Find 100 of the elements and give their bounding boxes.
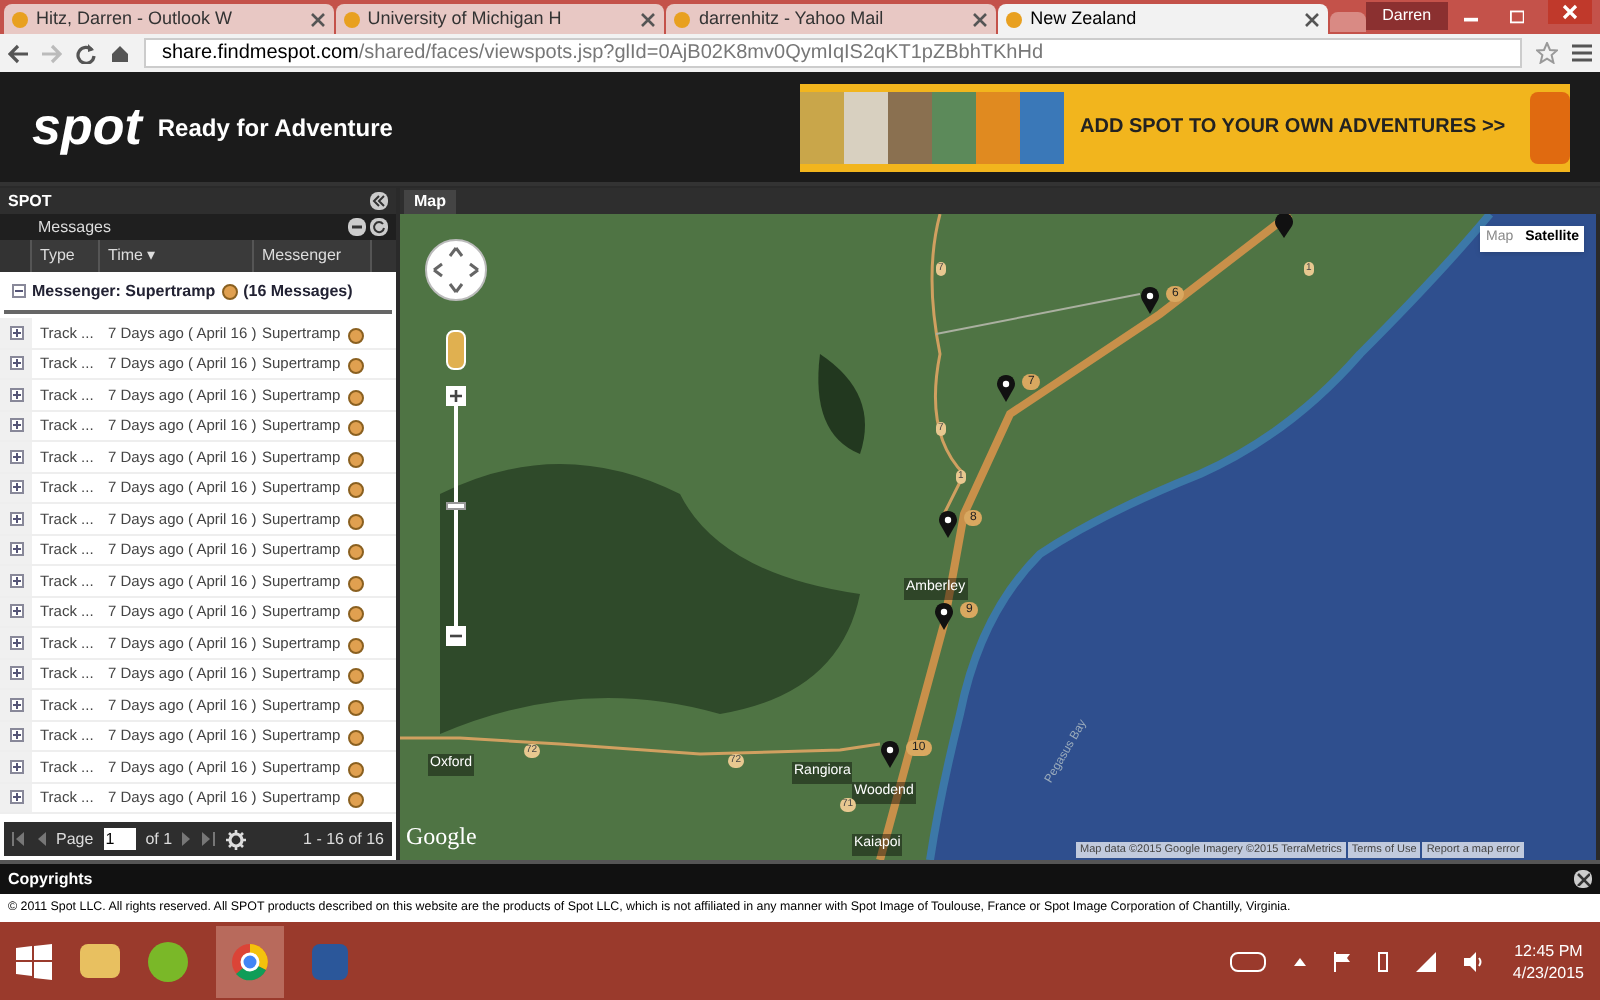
map-pin-icon[interactable] [1140, 286, 1160, 314]
subpanel-title: Messages [38, 215, 111, 239]
browser-tab[interactable]: New Zealand [998, 4, 1328, 34]
restore-icon[interactable] [1509, 8, 1525, 24]
caret-icon[interactable] [1294, 957, 1307, 965]
expand-icon[interactable] [9, 480, 23, 495]
close-icon[interactable] [1303, 11, 1320, 27]
expand-icon[interactable] [9, 697, 23, 712]
photo-placeholder [1020, 91, 1064, 163]
last-page-icon[interactable] [202, 832, 217, 846]
previous-page-icon[interactable] [36, 832, 46, 846]
back-icon[interactable] [8, 43, 28, 63]
tab-title: darrenhitz - Yahoo Mail [698, 5, 886, 32]
refresh-button[interactable] [370, 218, 388, 236]
expand-icon[interactable] [9, 387, 23, 402]
map-pin-icon[interactable] [938, 510, 958, 538]
map-pin-icon[interactable] [1274, 214, 1294, 238]
photo-placeholder [800, 91, 844, 163]
new-tab-button[interactable] [1329, 12, 1367, 32]
column-header[interactable]: Time ▾ [100, 240, 254, 272]
expand-icon[interactable] [9, 356, 23, 371]
column-header[interactable]: Type [32, 240, 100, 272]
close-icon[interactable] [309, 11, 326, 27]
clock-date[interactable]: 4/23/2015 [1512, 961, 1584, 983]
footer-title: Copyrights [8, 867, 93, 891]
panel-title: SPOT [8, 189, 52, 213]
expand-icon[interactable] [9, 573, 23, 588]
refresh-icon [372, 220, 386, 234]
star-icon[interactable] [1536, 42, 1558, 64]
signal-icon[interactable] [1416, 951, 1437, 971]
expand-icon[interactable] [9, 542, 23, 557]
column-header[interactable]: Messenger [254, 240, 372, 272]
flag-icon[interactable] [1334, 951, 1351, 971]
page-field[interactable]: 1 [103, 828, 136, 850]
map-tab[interactable]: Map [404, 189, 456, 213]
expand-icon[interactable] [9, 604, 23, 619]
pan-control[interactable] [424, 238, 488, 302]
browser-tab[interactable]: Hitz, Darren - Outlook W [4, 4, 334, 34]
app-icon[interactable] [148, 941, 188, 981]
address-field[interactable]: share.findmespot.com/shared/faces/viewspots.jsp?glId=0AjB02K8mv0QymIqIS2qKT1pZBbhTKhHd [144, 38, 1522, 68]
group-label: Messenger: Supertramp [32, 279, 216, 303]
close-button[interactable] [1548, 0, 1593, 24]
expand-icon[interactable] [9, 511, 23, 526]
browser-tab[interactable]: University of Michigan H [335, 4, 665, 34]
zoom-slider-thumb[interactable] [446, 501, 466, 509]
minimize-icon [350, 220, 364, 234]
tab-title: University of Michigan H [367, 5, 564, 32]
photo-placeholder [932, 91, 976, 163]
photo-placeholder [888, 91, 932, 163]
ad-banner[interactable]: ADD SPOT TO YOUR OWN ADVENTURES >> [800, 83, 1570, 171]
home-icon[interactable] [110, 43, 130, 63]
minimize-button[interactable] [348, 218, 366, 236]
record-count: 1 - 16 of 16 [303, 827, 384, 851]
expand-icon[interactable] [9, 635, 23, 650]
keyboard-icon[interactable] [1230, 951, 1267, 971]
browser-icon[interactable] [216, 925, 284, 997]
collapse-icon[interactable] [12, 284, 26, 298]
expand-icon[interactable] [9, 449, 23, 464]
expand-icon[interactable] [9, 418, 23, 433]
page-count: of 1 [145, 827, 173, 851]
expand-icon[interactable] [9, 325, 23, 340]
next-page-icon[interactable] [182, 832, 193, 846]
battery-icon[interactable] [1378, 951, 1389, 971]
collapse-button[interactable] [370, 192, 388, 210]
clock-time[interactable]: 12:45 PM [1514, 939, 1583, 961]
close-button[interactable] [1574, 870, 1592, 888]
spot-logo: spot [32, 94, 142, 160]
map-pin-icon[interactable] [880, 740, 900, 768]
zoom-out-button[interactable] [446, 626, 466, 646]
close-icon[interactable] [972, 11, 989, 27]
map-pin-icon[interactable] [934, 602, 954, 630]
folder-icon[interactable] [80, 944, 120, 978]
user-name: Darren [1366, 2, 1448, 30]
satellite-map-drawing[interactable] [400, 214, 1596, 860]
page-icon [343, 11, 360, 27]
tab-title: New Zealand [1030, 5, 1139, 32]
gear-icon[interactable] [226, 829, 247, 849]
expand-icon[interactable] [9, 728, 23, 743]
pegman-icon[interactable] [446, 330, 466, 370]
google-logo: Google [406, 820, 477, 854]
windows-start-icon[interactable] [16, 943, 52, 979]
tab-title: Hitz, Darren - Outlook W [36, 5, 235, 32]
expand-icon[interactable] [9, 790, 23, 805]
device-photo-placeholder [1529, 91, 1570, 163]
zoom-in-button[interactable] [446, 386, 466, 406]
expand-icon[interactable] [9, 666, 23, 681]
first-page-icon[interactable] [12, 832, 26, 846]
tagline: Ready for Adventure [157, 111, 393, 145]
collapse-icon [372, 194, 386, 208]
map-pin-icon[interactable] [996, 374, 1016, 402]
photo-placeholder [844, 91, 888, 163]
menu-icon[interactable] [1572, 44, 1592, 62]
expand-icon[interactable] [9, 759, 23, 774]
page-icon [1006, 11, 1023, 27]
speaker-icon[interactable] [1464, 951, 1485, 971]
page-icon [674, 11, 691, 27]
reload-icon[interactable] [76, 43, 96, 63]
browser-tab[interactable]: darrenhitz - Yahoo Mail [666, 4, 997, 34]
page-icon [12, 11, 28, 27]
close-icon[interactable] [640, 11, 657, 27]
